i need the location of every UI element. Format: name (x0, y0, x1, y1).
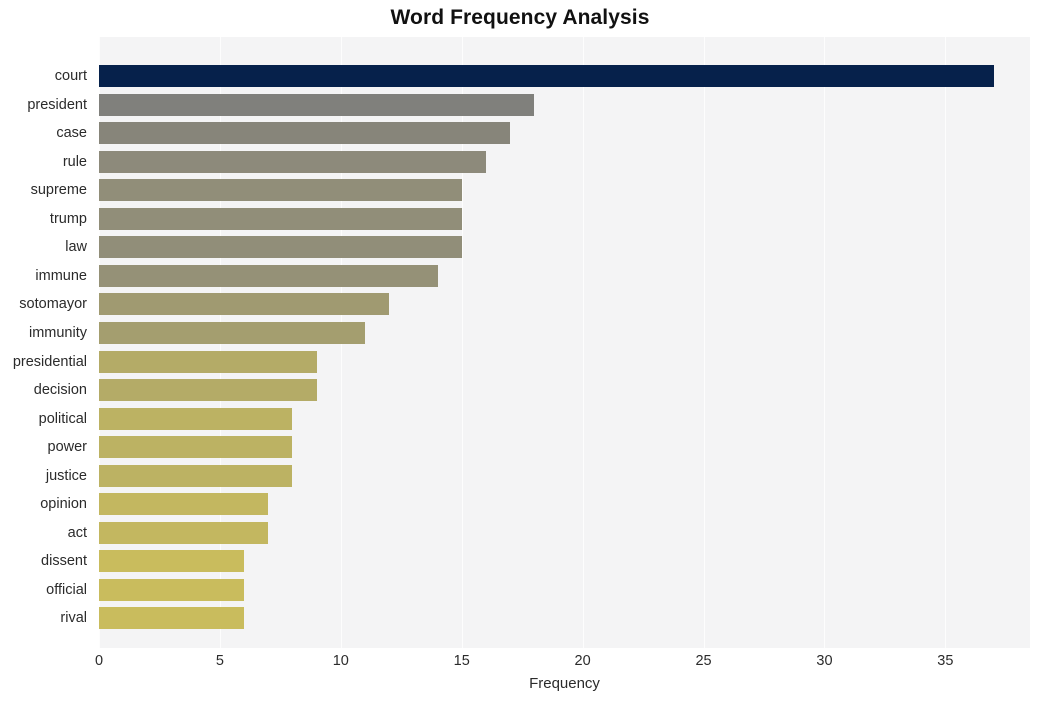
bar (99, 179, 462, 202)
y-tick-label: sotomayor (19, 296, 87, 313)
y-tick-label: act (67, 524, 87, 541)
bar (99, 207, 462, 230)
x-tick-label: 25 (695, 653, 712, 669)
y-tick-label: justice (45, 467, 87, 484)
plot-area (99, 37, 1030, 648)
x-tick-label: 30 (816, 653, 833, 669)
x-axis-title: Frequency (529, 675, 600, 692)
x-tick-label: 20 (574, 653, 591, 669)
y-tick-label: president (27, 96, 87, 113)
chart-figure: Word Frequency Analysis court president ca… (0, 0, 1040, 701)
y-tick-label: trump (49, 210, 87, 227)
bar (99, 550, 245, 573)
bar (99, 607, 245, 630)
y-tick-label: immunity (28, 324, 87, 341)
x-tick-label: 10 (332, 653, 349, 669)
y-tick-label: power (47, 439, 88, 456)
y-tick-label: case (56, 125, 87, 142)
bar (99, 350, 317, 373)
bar (99, 150, 486, 173)
y-tick-label: opinion (40, 496, 87, 513)
x-tick-label: 15 (453, 653, 470, 669)
y-tick-label: political (38, 410, 87, 427)
x-tick-label: 35 (937, 653, 954, 669)
y-tick-label: rival (60, 610, 87, 627)
bar (99, 521, 269, 544)
x-tick-label: 0 (94, 653, 104, 669)
y-tick-label: dissent (41, 553, 87, 570)
bar (99, 93, 535, 116)
bar (99, 321, 365, 344)
bar (99, 236, 462, 259)
y-tick-label: court (54, 68, 87, 84)
bar (99, 264, 438, 287)
bar-series (99, 37, 1030, 648)
y-tick-label: immune (35, 267, 87, 284)
x-tick-label: 5 (215, 653, 224, 669)
x-axis-tick-labels: 0 5 10 15 20 25 30 35 (95, 648, 1030, 672)
bar (99, 407, 293, 430)
bar (99, 493, 269, 516)
bar (99, 379, 317, 402)
y-tick-label: law (65, 239, 87, 256)
chart-title: Word Frequency Analysis (390, 6, 650, 29)
bar (99, 122, 511, 145)
y-axis-tick-labels: court president case rule supreme trump law imm… (0, 37, 93, 648)
y-tick-label: official (46, 581, 87, 598)
bar (99, 293, 390, 316)
bar (99, 578, 245, 601)
bar (99, 464, 293, 487)
y-tick-label: decision (33, 382, 87, 399)
y-tick-label: rule (62, 153, 87, 170)
bar (99, 436, 293, 459)
y-tick-label: presidential (12, 353, 87, 370)
bar (99, 65, 994, 87)
y-tick-label: supreme (30, 182, 87, 199)
